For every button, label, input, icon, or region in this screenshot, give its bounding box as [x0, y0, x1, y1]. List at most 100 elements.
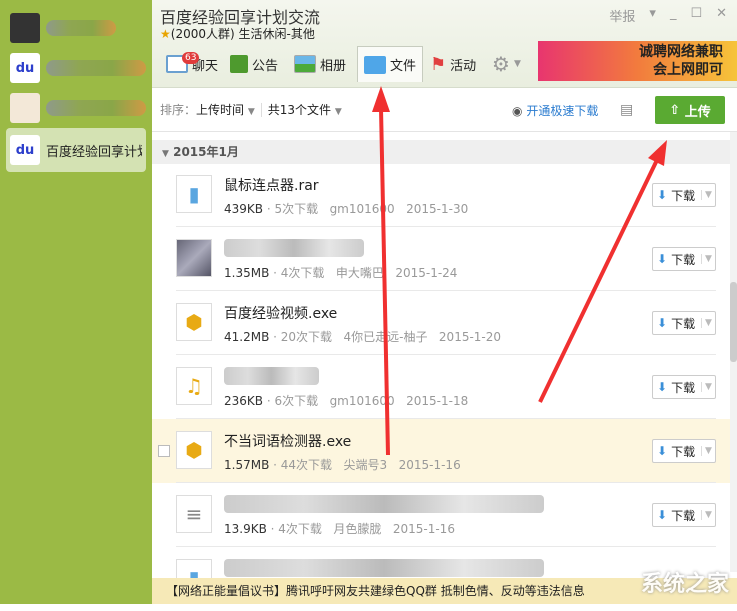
download-count: 4次下载	[278, 522, 322, 536]
window-controls: 举报 ▾ _ ☐ ✕	[609, 6, 727, 25]
gear-icon: ⚙	[492, 52, 510, 76]
watermark: 系统之家	[640, 572, 729, 597]
maximize-button[interactable]: ☐	[690, 6, 702, 25]
file-meta: 1.35MB · 4次下载 申大嘴巴 2015-1-24	[224, 266, 458, 280]
tab-album[interactable]: 相册	[288, 46, 352, 82]
tab-notice[interactable]: 公告	[224, 46, 284, 82]
file-meta: 1.57MB · 44次下载 尖端号3 2015-1-16	[224, 458, 461, 472]
download-button[interactable]: ⬇ 下载 ▼	[652, 247, 716, 271]
file-row[interactable]: 1.35MB · 4次下载 申大嘴巴 2015-1-24 ⬇ 下载 ▼	[152, 227, 730, 291]
file-name[interactable]: 鼠标连点器.rar	[224, 175, 319, 195]
download-options-chevron[interactable]: ▼	[701, 382, 715, 392]
download-options-chevron[interactable]: ▼	[701, 190, 715, 200]
download-label: 下载	[671, 188, 696, 203]
scrollbar-thumb[interactable]	[730, 282, 737, 362]
blurred-file-name	[224, 239, 364, 257]
file-toolbar: 排序： 上传时间 ▼ 共13个文件 ▼ ◉ 开通极速下载 ▤ ⇧ 上传	[152, 88, 737, 132]
baidu-avatar: du	[10, 53, 40, 83]
download-options-chevron[interactable]: ▼	[701, 446, 715, 456]
file-count-dropdown[interactable]: 共13个文件 ▼	[268, 101, 342, 118]
minimize-button[interactable]: _	[670, 6, 677, 25]
blurred-file-name	[224, 495, 544, 513]
upload-button[interactable]: ⇧ 上传	[655, 96, 725, 124]
baidu-avatar: du	[10, 135, 40, 165]
tab-files[interactable]: 文件	[357, 46, 424, 82]
tab-activity[interactable]: ⚑ 活动	[424, 46, 482, 82]
file-size: 41.2MB	[224, 330, 270, 344]
sort-label: 排序：	[160, 103, 197, 117]
report-button[interactable]: 举报	[609, 6, 635, 25]
blurred-name	[46, 20, 116, 36]
conversation-item[interactable]	[6, 86, 146, 130]
select-checkbox[interactable]	[158, 445, 170, 457]
download-count: 6次下载	[274, 394, 319, 408]
download-options-chevron[interactable]: ▼	[701, 318, 715, 328]
file-size: 439KB	[224, 202, 264, 216]
group-subtitle: ★(2000人群) 生活休闲-其他	[160, 25, 315, 42]
download-count: 44次下载	[280, 458, 333, 472]
download-button[interactable]: ⬇ 下载 ▼	[652, 503, 716, 527]
download-options-chevron[interactable]: ▼	[701, 510, 715, 520]
unread-badge: 63	[182, 52, 200, 64]
download-count: 5次下载	[274, 202, 319, 216]
file-size: 1.35MB	[224, 266, 270, 280]
sort-dropdown[interactable]: 上传时间 ▼	[196, 101, 255, 118]
upload-date: 2015-1-16	[398, 458, 461, 472]
uploader: 月色朦胧	[333, 522, 382, 536]
conversation-item[interactable]: du	[6, 46, 146, 90]
uploader: 尖端号3	[343, 458, 388, 472]
download-button[interactable]: ⬇ 下载 ▼	[652, 439, 716, 463]
avatar	[10, 93, 40, 123]
divider	[260, 102, 262, 117]
album-icon	[294, 55, 316, 73]
ad-banner[interactable]: 诚聘网络兼职 会上网即可	[538, 41, 737, 81]
download-label: 下载	[671, 316, 696, 331]
close-button[interactable]: ✕	[716, 6, 727, 25]
file-count: 共13个文件	[267, 103, 332, 117]
group-category: (2000人群) 生活休闲-其他	[170, 27, 315, 41]
download-button[interactable]: ⬇ 下载 ▼	[652, 183, 716, 207]
tab-label: 公告	[252, 58, 279, 74]
conversation-item-active[interactable]: du 百度经验回享计划	[6, 128, 146, 172]
tab-label: 文件	[390, 59, 417, 74]
file-meta: 13.9KB · 4次下载 月色朦胧 2015-1-16	[224, 522, 455, 536]
download-arrow-icon: ⬇	[657, 252, 668, 266]
blurred-name	[46, 100, 146, 116]
settings-button[interactable]: ⚙ ▼	[486, 46, 527, 82]
conversation-item[interactable]	[6, 6, 146, 50]
file-row[interactable]: ≡ 13.9KB · 4次下载 月色朦胧 2015-1-16 ⬇ 下载 ▼	[152, 483, 730, 547]
download-button[interactable]: ⬇ 下载 ▼	[652, 311, 716, 335]
download-arrow-icon: ⬇	[657, 444, 668, 458]
zip-file-icon: ▮	[176, 175, 212, 213]
download-options-chevron[interactable]: ▼	[701, 254, 715, 264]
uploader: 4你已走远-柚子	[343, 330, 428, 344]
blurred-file-name	[224, 367, 319, 385]
file-row[interactable]: ⬢ 不当词语检测器.exe 1.57MB · 44次下载 尖端号3 2015-1-1…	[152, 419, 730, 483]
download-button[interactable]: ⬇ 下载 ▼	[652, 375, 716, 399]
upload-date: 2015-1-20	[438, 330, 502, 344]
exe-file-icon: ⬢	[176, 303, 212, 341]
blurred-file-name	[224, 559, 544, 577]
file-row[interactable]: ▮ 鼠标连点器.rar 439KB · 5次下载 gm101600 2015-1-3…	[152, 163, 730, 227]
ad-line: 会上网即可	[653, 62, 723, 78]
file-name[interactable]: 不当词语检测器.exe	[224, 431, 351, 451]
month-group-header[interactable]: ▼ 2015年1月	[152, 140, 737, 164]
music-file-icon: ♫	[176, 367, 212, 405]
file-row[interactable]: ♫ 236KB · 6次下载 gm101600 2015-1-18 ⬇ 下载 ▼	[152, 355, 730, 419]
upload-date: 2015-1-16	[392, 522, 455, 536]
download-label: 下载	[671, 508, 696, 523]
group-label: 2015年1月	[173, 145, 239, 159]
inbox-icon[interactable]: ▤	[620, 102, 633, 118]
vip-download-link[interactable]: ◉ 开通极速下载	[512, 102, 598, 119]
file-row[interactable]: ⬢ 百度经验视频.exe 41.2MB · 20次下载 4你已走远-柚子 2015-…	[152, 291, 730, 355]
file-name[interactable]: 百度经验视频.exe	[224, 303, 337, 323]
exe-file-icon: ⬢	[176, 431, 212, 469]
dropdown-icon[interactable]: ▾	[649, 6, 656, 25]
download-label: 下载	[671, 444, 696, 459]
scrollbar[interactable]	[730, 132, 737, 572]
file-meta: 41.2MB · 20次下载 4你已走远-柚子 2015-1-20	[224, 330, 502, 344]
doc-file-icon: ≡	[176, 495, 212, 533]
uploader: gm101600	[329, 394, 395, 408]
flag-icon: ⚑	[430, 53, 447, 75]
download-arrow-icon: ⬇	[657, 188, 668, 202]
